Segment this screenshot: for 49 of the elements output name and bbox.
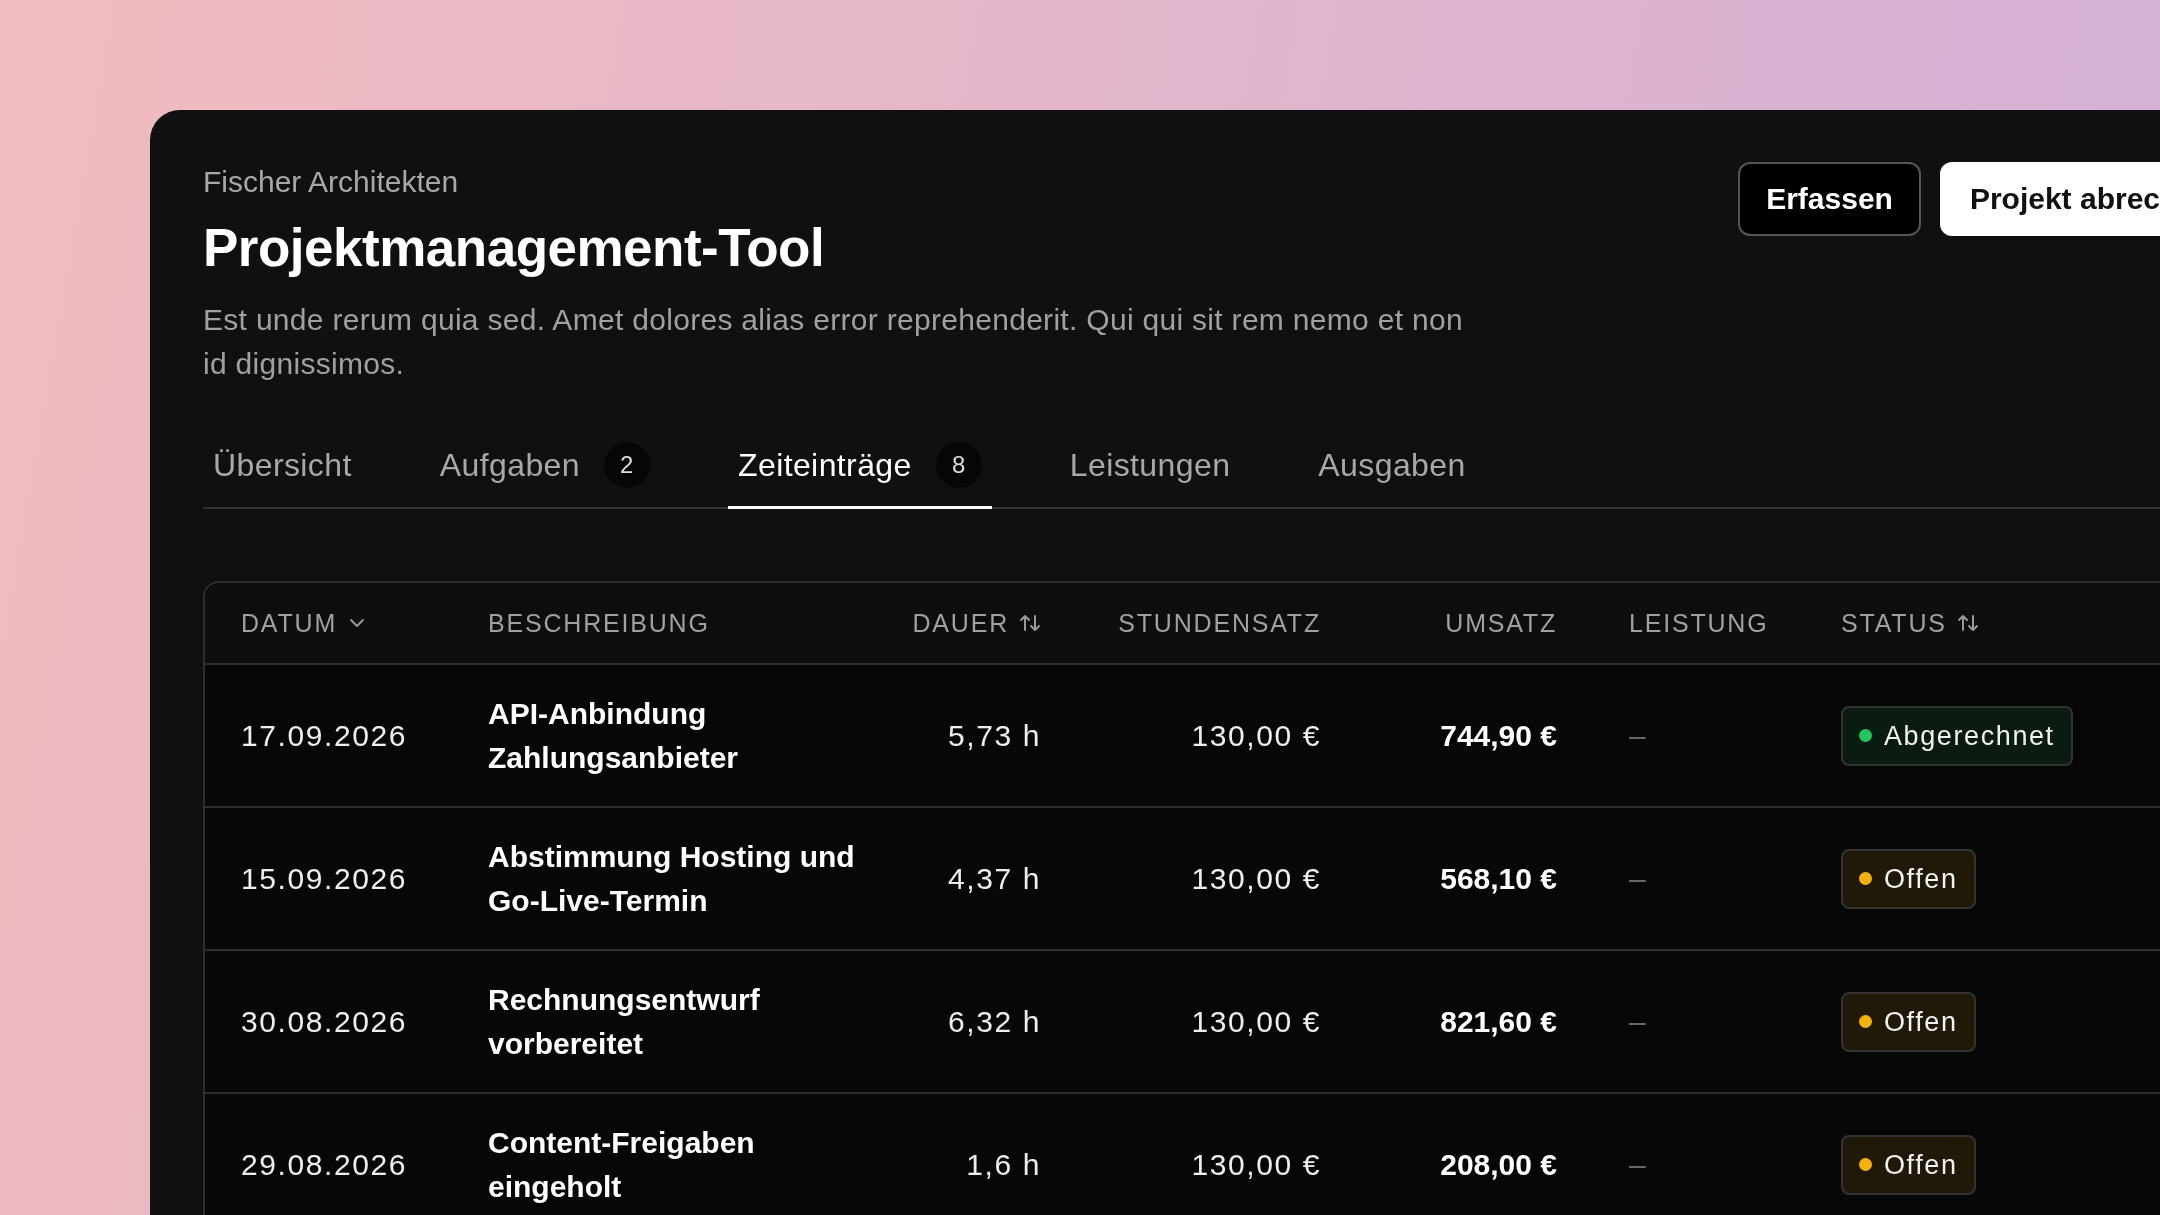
table-cell-text: 15.09.2026	[241, 860, 409, 897]
tab[interactable]: Leistungen	[1059, 430, 1241, 509]
table-cell-text: 30.08.2026	[241, 1003, 409, 1040]
column-header: UMSATZ	[1444, 608, 1557, 638]
table-cell-text: –	[1628, 1146, 1649, 1183]
primary-button[interactable]: Projekt abrec	[1939, 162, 2160, 236]
tab[interactable]: Aufgaben 2	[429, 430, 660, 509]
table-cell-text: 5,73 h	[947, 717, 1041, 754]
table-cell-text: 130,00 €	[1190, 1003, 1321, 1040]
table-cell-text: 130,00 €	[1190, 1146, 1321, 1183]
status-badge: Offen	[1841, 848, 1976, 909]
status-badge: Offen	[1841, 991, 1976, 1052]
column-header[interactable]: DATUM	[241, 608, 488, 638]
secondary-button[interactable]: Erfassen	[1738, 162, 1921, 236]
table-cell-text: –	[1628, 1003, 1649, 1040]
table-cell-text: 1,6 h	[965, 1146, 1041, 1183]
sort-arrows-icon[interactable]	[1019, 613, 1041, 633]
column-header: BESCHREIBUNG	[488, 608, 711, 638]
table-cell-text: 568,10 €	[1439, 860, 1557, 897]
table-cell-text: Abstimmung Hosting und Go-Live-Termin	[488, 838, 856, 919]
status-badge: Offen	[1841, 1134, 1976, 1195]
company-name: Fischer Architekten	[203, 164, 460, 200]
table-cell-text: –	[1628, 860, 1649, 897]
tab[interactable]: Zeiteinträge 8	[728, 430, 992, 509]
table-cell-text: 821,60 €	[1439, 1003, 1557, 1040]
tab[interactable]: Ausgaben	[1308, 430, 1476, 509]
table-cell-text: 17.09.2026	[241, 717, 409, 754]
table-cell-text: 744,90 €	[1439, 717, 1557, 754]
table-cell-text: 4,37 h	[947, 860, 1041, 897]
column-header: LEISTUNG	[1628, 608, 1770, 638]
table-cell-text: 208,00 €	[1439, 1146, 1557, 1183]
table-cell-text: Content-Freigaben eingeholt	[488, 1124, 756, 1205]
count-badge: 8	[935, 442, 982, 488]
project-title: Projektmanagement-Tool	[203, 217, 826, 279]
table-cell-text: Rechnungsentwurf vorbereitet	[488, 981, 761, 1062]
column-header: STUNDENSATZ	[1117, 608, 1321, 638]
table-cell-text: 6,32 h	[947, 1003, 1041, 1040]
count-badge: 2	[604, 442, 650, 488]
table-cell-text: API-Anbindung Zahlungsanbieter	[488, 695, 740, 776]
column-header[interactable]: STATUS	[1841, 608, 2160, 638]
table-cell-text: 130,00 €	[1190, 860, 1321, 897]
project-description: Est unde rerum quia sed. Amet dolores alias error reprehenderit. Qui qui sit rem nemo et non id dignissimos.	[203, 302, 1463, 382]
table-cell-text: 130,00 €	[1190, 717, 1321, 754]
table-cell-text: –	[1628, 717, 1649, 754]
column-header[interactable]: DAUER	[901, 608, 1041, 638]
sort-arrows-icon[interactable]	[1956, 613, 1979, 633]
table-cell-text: 29.08.2026	[241, 1146, 409, 1183]
status-badge: Abgerechnet	[1841, 705, 2073, 766]
tab[interactable]: Übersicht	[203, 430, 362, 509]
